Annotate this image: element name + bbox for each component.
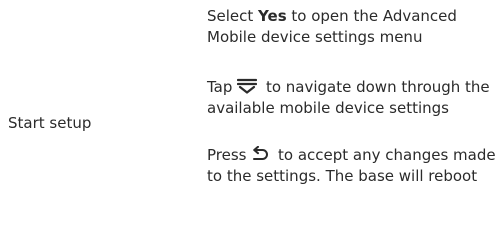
yes-option-label: Yes [258,7,287,25]
start-setup-label: Start setup [8,114,92,132]
back-return-icon [251,146,269,162]
step-text: Select [207,7,259,25]
instruction-step-accept: Press to accept any changes made to the … [207,145,499,187]
instruction-list: Select Yes to open the Advanced Mobile d… [207,6,499,187]
step-text: Tap [207,78,238,96]
instruction-step-select-yes: Select Yes to open the Advanced Mobile d… [207,6,499,48]
scroll-down-icon [237,78,258,94]
instruction-step-navigate: Tap to navigate down through the availab… [207,77,499,119]
step-text: Press [207,146,252,164]
